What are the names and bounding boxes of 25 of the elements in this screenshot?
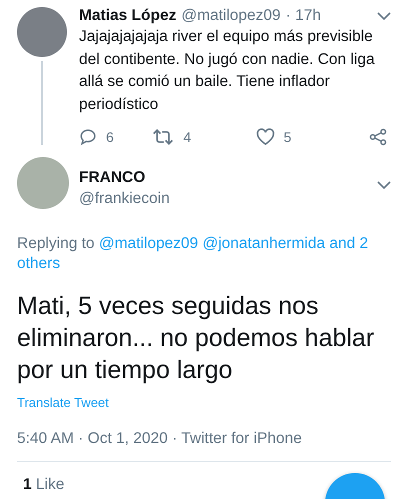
mention-link[interactable]: @jonatanhermida xyxy=(202,235,326,252)
chevron-down-icon[interactable] xyxy=(377,181,391,190)
action-count: 6 xyxy=(106,129,114,145)
author-handle: @matilopez09 xyxy=(181,7,281,25)
tweet-text: Mati, 5 veces seguidas nos eliminaron... no podemos hablar por un tiempo largo xyxy=(17,291,376,386)
mention-link[interactable]: and 2 xyxy=(329,235,368,252)
chevron-down-icon[interactable] xyxy=(377,12,391,20)
translate-link[interactable]: Translate Tweet xyxy=(17,395,109,410)
tweet-text: Jajajajajajaja river el equipo más previsible del contibente. No jugó con nadie. Con liga allá se comió un baile. Tiene inflador periodístico xyxy=(79,27,376,114)
mention-link[interactable]: @matilopez09 xyxy=(98,235,198,252)
tweet-timestamp: 5:40 AM · Oct 1, 2020 · Twitter for iPhone xyxy=(17,430,303,448)
author-handle: @frankiecoin xyxy=(79,190,170,208)
action-count: 4 xyxy=(183,129,192,145)
author-name: Matias López xyxy=(79,7,176,25)
reply-icon[interactable] xyxy=(79,128,97,146)
heart-icon[interactable] xyxy=(256,128,275,146)
avatar-photo-placeholder[interactable] xyxy=(17,7,67,57)
share-icon[interactable] xyxy=(368,128,387,146)
likes-count[interactable]: 1 Like xyxy=(17,462,391,499)
author-name: FRANCO xyxy=(79,169,146,187)
action-count: 5 xyxy=(284,129,292,145)
replying-to-text: Replying to @matilopez09 @jonatanhermida and 2 others xyxy=(17,234,370,274)
retweet-icon[interactable] xyxy=(152,128,174,146)
mention-link[interactable]: others xyxy=(17,255,60,272)
tweet-time: · 17h xyxy=(286,7,321,25)
